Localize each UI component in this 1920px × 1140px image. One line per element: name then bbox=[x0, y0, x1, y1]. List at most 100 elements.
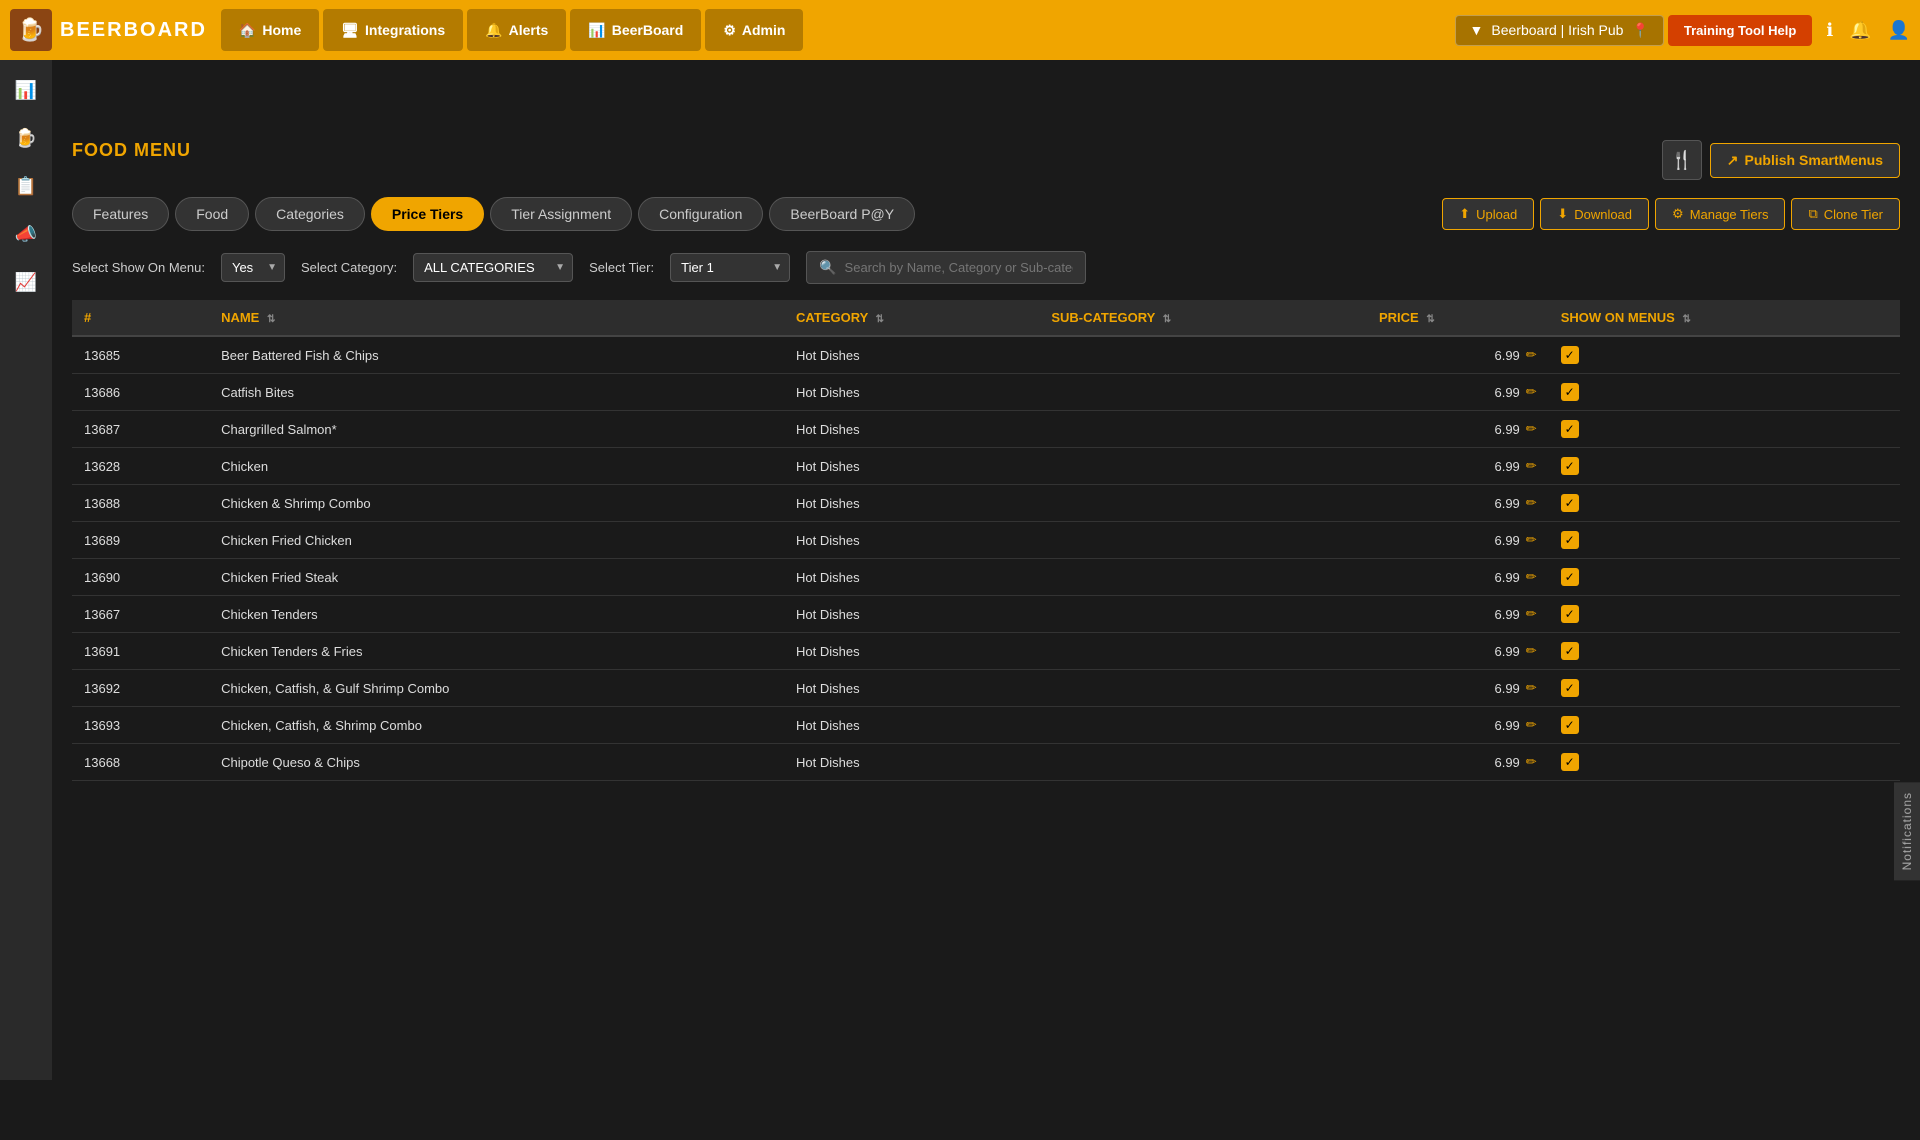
training-tool-button[interactable]: Training Tool Help bbox=[1668, 15, 1812, 46]
tab-features[interactable]: Features bbox=[72, 197, 169, 231]
show-on-menus-checkbox[interactable]: ✓ bbox=[1561, 494, 1579, 512]
publish-smartmenus-button[interactable]: ↗ Publish SmartMenus bbox=[1710, 143, 1900, 178]
show-on-menus-checkbox[interactable]: ✓ bbox=[1561, 457, 1579, 475]
cell-sub-category bbox=[1039, 485, 1367, 522]
cell-name: Catfish Bites bbox=[209, 374, 784, 411]
edit-price-icon[interactable]: ✏ bbox=[1526, 717, 1537, 733]
food-items-table: # NAME ⇅ CATEGORY ⇅ SUB-CATEGORY ⇅ PRICE… bbox=[72, 300, 1900, 781]
logo-text: BEERBOARD bbox=[60, 19, 207, 42]
fork-icon-button[interactable]: 🍴 bbox=[1662, 140, 1702, 180]
home-icon: 🏠 bbox=[239, 22, 256, 39]
notifications-tab[interactable]: Notifications bbox=[1894, 782, 1920, 880]
table-row: 13628 Chicken Hot Dishes 6.99 ✏ ✓ bbox=[72, 448, 1900, 485]
show-on-menus-checkbox[interactable]: ✓ bbox=[1561, 531, 1579, 549]
col-header-name[interactable]: NAME ⇅ bbox=[209, 300, 784, 336]
edit-price-icon[interactable]: ✏ bbox=[1526, 347, 1537, 363]
edit-price-icon[interactable]: ✏ bbox=[1526, 495, 1537, 511]
cell-show-on-menus: ✓ bbox=[1549, 448, 1900, 485]
show-on-menus-checkbox[interactable]: ✓ bbox=[1561, 420, 1579, 438]
tab-configuration[interactable]: Configuration bbox=[638, 197, 763, 231]
edit-price-icon[interactable]: ✏ bbox=[1526, 643, 1537, 659]
tab-tier-assignment[interactable]: Tier Assignment bbox=[490, 197, 632, 231]
nav-integrations-button[interactable]: 🖥 Integrations bbox=[323, 9, 463, 51]
tab-beerboard-pay-label: BeerBoard P@Y bbox=[790, 206, 894, 222]
edit-price-icon[interactable]: ✏ bbox=[1526, 680, 1537, 696]
cell-name: Chicken bbox=[209, 448, 784, 485]
show-on-menus-checkbox[interactable]: ✓ bbox=[1561, 383, 1579, 401]
col-header-price[interactable]: PRICE ⇅ bbox=[1367, 300, 1549, 336]
info-icon[interactable]: ℹ bbox=[1826, 20, 1833, 41]
bell-icon[interactable]: 🔔 bbox=[1849, 20, 1871, 41]
tier-select[interactable]: Tier 1 Tier 2 Tier 3 bbox=[670, 253, 790, 282]
cell-sub-category bbox=[1039, 374, 1367, 411]
table-row: 13691 Chicken Tenders & Fries Hot Dishes… bbox=[72, 633, 1900, 670]
clone-tier-button[interactable]: ⧉ Clone Tier bbox=[1791, 198, 1900, 230]
nav-alerts-button[interactable]: 🔔 Alerts bbox=[467, 9, 566, 51]
notifications-tab-label: Notifications bbox=[1900, 792, 1914, 870]
cell-show-on-menus: ✓ bbox=[1549, 596, 1900, 633]
cell-price: 6.99 ✏ bbox=[1367, 485, 1549, 522]
gear-icon: ⚙ bbox=[1672, 206, 1684, 222]
cell-show-on-menus: ✓ bbox=[1549, 411, 1900, 448]
col-header-category[interactable]: CATEGORY ⇅ bbox=[784, 300, 1039, 336]
top-icon-group: ℹ 🔔 👤 bbox=[1826, 20, 1910, 41]
venue-selector[interactable]: ▼ Beerboard | Irish Pub 📍 bbox=[1455, 15, 1664, 46]
cell-category: Hot Dishes bbox=[784, 633, 1039, 670]
tab-categories-label: Categories bbox=[276, 206, 344, 222]
cell-price: 6.99 ✏ bbox=[1367, 670, 1549, 707]
edit-price-icon[interactable]: ✏ bbox=[1526, 384, 1537, 400]
show-on-menus-checkbox[interactable]: ✓ bbox=[1561, 568, 1579, 586]
nav-home-button[interactable]: 🏠 Home bbox=[221, 9, 319, 51]
share-icon: ↗ bbox=[1727, 152, 1739, 169]
category-select[interactable]: ALL CATEGORIES Hot Dishes Cold Dishes Ap… bbox=[413, 253, 573, 282]
show-on-menus-checkbox[interactable]: ✓ bbox=[1561, 716, 1579, 734]
cell-sub-category bbox=[1039, 670, 1367, 707]
sidebar-item-beer[interactable]: 🍺 bbox=[6, 118, 46, 158]
nav-admin-button[interactable]: ⚙ Admin bbox=[705, 9, 803, 51]
filter-row: Select Show On Menu: Yes No All Select C… bbox=[72, 251, 1900, 284]
cell-show-on-menus: ✓ bbox=[1549, 633, 1900, 670]
manage-tiers-button[interactable]: ⚙ Manage Tiers bbox=[1655, 198, 1785, 230]
edit-price-icon[interactable]: ✏ bbox=[1526, 532, 1537, 548]
edit-price-icon[interactable]: ✏ bbox=[1526, 569, 1537, 585]
cell-id: 13628 bbox=[72, 448, 209, 485]
page-title: FOOD MENU bbox=[72, 140, 1662, 161]
tab-food[interactable]: Food bbox=[175, 197, 249, 231]
edit-price-icon[interactable]: ✏ bbox=[1526, 754, 1537, 770]
table-row: 13685 Beer Battered Fish & Chips Hot Dis… bbox=[72, 336, 1900, 374]
edit-price-icon[interactable]: ✏ bbox=[1526, 458, 1537, 474]
show-on-menus-checkbox[interactable]: ✓ bbox=[1561, 346, 1579, 364]
download-button[interactable]: ⬇ Download bbox=[1540, 198, 1649, 230]
price-value: 6.99 bbox=[1494, 681, 1519, 696]
beerboard-nav-icon: 📊 bbox=[588, 22, 605, 39]
show-on-menus-checkbox[interactable]: ✓ bbox=[1561, 642, 1579, 660]
show-on-menu-select[interactable]: Yes No All bbox=[221, 253, 285, 282]
filter-icon: ▼ bbox=[1470, 22, 1484, 38]
tier-label: Select Tier: bbox=[589, 260, 654, 275]
user-icon[interactable]: 👤 bbox=[1888, 20, 1910, 41]
tab-categories[interactable]: Categories bbox=[255, 197, 365, 231]
tab-price-tiers[interactable]: Price Tiers bbox=[371, 197, 484, 231]
upload-button[interactable]: ⬆ Upload bbox=[1442, 198, 1534, 230]
edit-price-icon[interactable]: ✏ bbox=[1526, 421, 1537, 437]
cell-show-on-menus: ✓ bbox=[1549, 559, 1900, 596]
col-header-show-on-menus: SHOW ON MENUS ⇅ bbox=[1549, 300, 1900, 336]
search-input[interactable] bbox=[845, 260, 1074, 275]
col-header-sub-category[interactable]: SUB-CATEGORY ⇅ bbox=[1039, 300, 1367, 336]
sidebar-item-analytics[interactable]: 📊 bbox=[6, 70, 46, 110]
tab-beerboard-pay[interactable]: BeerBoard P@Y bbox=[769, 197, 915, 231]
megaphone-icon: 📣 bbox=[15, 224, 37, 245]
cell-id: 13690 bbox=[72, 559, 209, 596]
col-header-number: # bbox=[72, 300, 209, 336]
sidebar-item-chart[interactable]: 📈 bbox=[6, 262, 46, 302]
price-value: 6.99 bbox=[1494, 385, 1519, 400]
show-on-menus-checkbox[interactable]: ✓ bbox=[1561, 679, 1579, 697]
show-on-menus-checkbox[interactable]: ✓ bbox=[1561, 753, 1579, 771]
cell-price: 6.99 ✏ bbox=[1367, 411, 1549, 448]
edit-price-icon[interactable]: ✏ bbox=[1526, 606, 1537, 622]
cell-category: Hot Dishes bbox=[784, 485, 1039, 522]
show-on-menus-checkbox[interactable]: ✓ bbox=[1561, 605, 1579, 623]
sidebar-item-reports[interactable]: 📋 bbox=[6, 166, 46, 206]
nav-beerboard-button[interactable]: 📊 BeerBoard bbox=[570, 9, 701, 51]
sidebar-item-megaphone[interactable]: 📣 bbox=[6, 214, 46, 254]
